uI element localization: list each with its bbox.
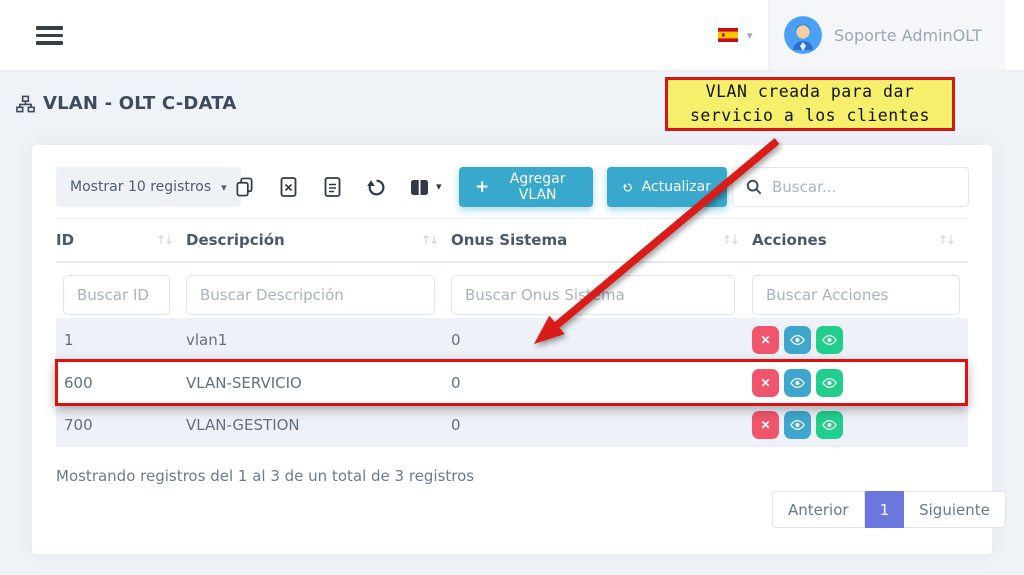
annotation-line-2: servicio a los clientes [690, 104, 930, 128]
vlan-table-card: Mostrar 10 registros ▾ [32, 145, 992, 554]
menu-toggle-icon[interactable] [36, 26, 63, 45]
column-header-onus-sistema[interactable]: Onus Sistema ↑↓ [451, 231, 752, 249]
eye-icon [790, 334, 805, 346]
eye-icon [822, 377, 837, 389]
reload-table-button[interactable] [366, 177, 386, 197]
cell-descripcion: vlan1 [186, 331, 451, 349]
pagination-next-button[interactable]: Siguiente [904, 491, 1006, 528]
copy-button[interactable] [234, 177, 254, 197]
eye-icon [822, 419, 837, 431]
cell-acciones: ✕ [752, 369, 968, 397]
user-avatar [784, 16, 822, 54]
plus-icon: + [475, 179, 489, 196]
table-row-highlighted: 600 VLAN-SERVICIO 0 ✕ [56, 361, 968, 404]
eye-icon [790, 419, 805, 431]
cell-id: 600 [56, 374, 186, 392]
copy-icon [235, 177, 254, 197]
file-excel-icon [280, 177, 297, 197]
view-onus-button[interactable] [784, 326, 811, 354]
sort-icon: ↑↓ [421, 233, 437, 247]
add-vlan-button[interactable]: + Agregar VLAN [459, 167, 593, 207]
delete-vlan-button[interactable]: ✕ [752, 369, 779, 397]
table-row: 1 vlan1 0 ✕ [56, 318, 968, 361]
file-lines-icon [324, 177, 341, 197]
export-toolbar: ▾ [234, 167, 442, 207]
delete-vlan-button[interactable]: ✕ [752, 411, 779, 439]
close-icon: ✕ [760, 333, 770, 347]
view-detail-button[interactable] [816, 411, 843, 439]
eye-icon [822, 334, 837, 346]
filter-id-input[interactable] [63, 275, 170, 315]
column-header-id[interactable]: ID ↑↓ [56, 231, 186, 249]
user-name-label: Soporte AdminOLT [834, 26, 982, 45]
filter-acciones-input[interactable] [752, 275, 960, 315]
sort-icon: ↑↓ [938, 233, 954, 247]
app-screen: ▾ Soporte AdminOLT VLAN - OLT [0, 0, 1024, 575]
cell-descripcion: VLAN-SERVICIO [186, 374, 451, 392]
chevron-down-icon: ▾ [436, 182, 442, 193]
filter-descripcion-input[interactable] [186, 275, 435, 315]
add-vlan-label: Agregar VLAN [498, 171, 577, 203]
filter-onus-sistema-input[interactable] [451, 275, 735, 315]
refresh-button[interactable]: Actualizar [607, 167, 727, 207]
cell-id: 1 [56, 331, 186, 349]
cell-acciones: ✕ [752, 326, 968, 354]
global-search [732, 167, 969, 207]
cell-onus-sistema: 0 [451, 331, 752, 349]
table-header-row: ID ↑↓ Descripción ↑↓ Onus Sistema ↑↓ Acc… [56, 218, 968, 263]
chevron-down-icon: ▾ [747, 30, 753, 41]
close-icon: ✕ [760, 418, 770, 432]
refresh-icon [367, 178, 386, 197]
view-onus-button[interactable] [784, 369, 811, 397]
cell-descripcion: VLAN-GESTION [186, 416, 451, 434]
cell-acciones: ✕ [752, 411, 968, 439]
export-file-button[interactable] [322, 177, 342, 197]
view-onus-button[interactable] [784, 411, 811, 439]
sitemap-icon [16, 95, 35, 113]
user-menu[interactable]: Soporte AdminOLT [768, 0, 1005, 70]
export-excel-button[interactable] [278, 177, 298, 197]
cell-id: 700 [56, 416, 186, 434]
delete-vlan-button[interactable]: ✕ [752, 326, 779, 354]
search-icon [746, 179, 762, 195]
spain-flag-icon [718, 28, 738, 42]
pagination: Anterior 1 Siguiente [772, 491, 1006, 528]
refresh-icon [623, 180, 633, 195]
search-input[interactable] [772, 178, 955, 196]
length-menu-label: Mostrar 10 registros [70, 179, 211, 195]
chevron-down-icon: ▾ [221, 182, 227, 193]
length-menu-button[interactable]: Mostrar 10 registros ▾ [56, 167, 241, 207]
column-header-descripcion[interactable]: Descripción ↑↓ [186, 231, 451, 249]
view-detail-button[interactable] [816, 326, 843, 354]
table-row: 700 VLAN-GESTION 0 ✕ [56, 404, 968, 447]
pagination-page-1-button[interactable]: 1 [865, 491, 905, 528]
close-icon: ✕ [760, 376, 770, 390]
sort-icon: ↑↓ [156, 233, 172, 247]
sort-icon: ↑↓ [722, 233, 738, 247]
eye-icon [790, 377, 805, 389]
column-header-acciones[interactable]: Acciones ↑↓ [752, 231, 968, 249]
pagination-previous-button[interactable]: Anterior [772, 491, 865, 528]
annotation-line-1: VLAN creada para dar [706, 80, 915, 104]
page-title-text: VLAN - OLT C-DATA [43, 93, 237, 114]
annotation-callout: VLAN creada para dar servicio a los clie… [665, 77, 955, 131]
language-dropdown[interactable]: ▾ [718, 24, 753, 46]
refresh-label: Actualizar [642, 179, 711, 195]
table-info-text: Mostrando registros del 1 al 3 de un tot… [56, 467, 474, 485]
top-navbar: ▾ Soporte AdminOLT [0, 0, 1024, 70]
table-body: 1 vlan1 0 ✕ 600 VLAN-SERVICIO 0 [56, 318, 968, 447]
page-title: VLAN - OLT C-DATA [16, 93, 237, 114]
column-visibility-button[interactable]: ▾ [410, 177, 442, 197]
columns-icon [410, 179, 429, 196]
cell-onus-sistema: 0 [451, 374, 752, 392]
view-detail-button[interactable] [816, 369, 843, 397]
cell-onus-sistema: 0 [451, 416, 752, 434]
